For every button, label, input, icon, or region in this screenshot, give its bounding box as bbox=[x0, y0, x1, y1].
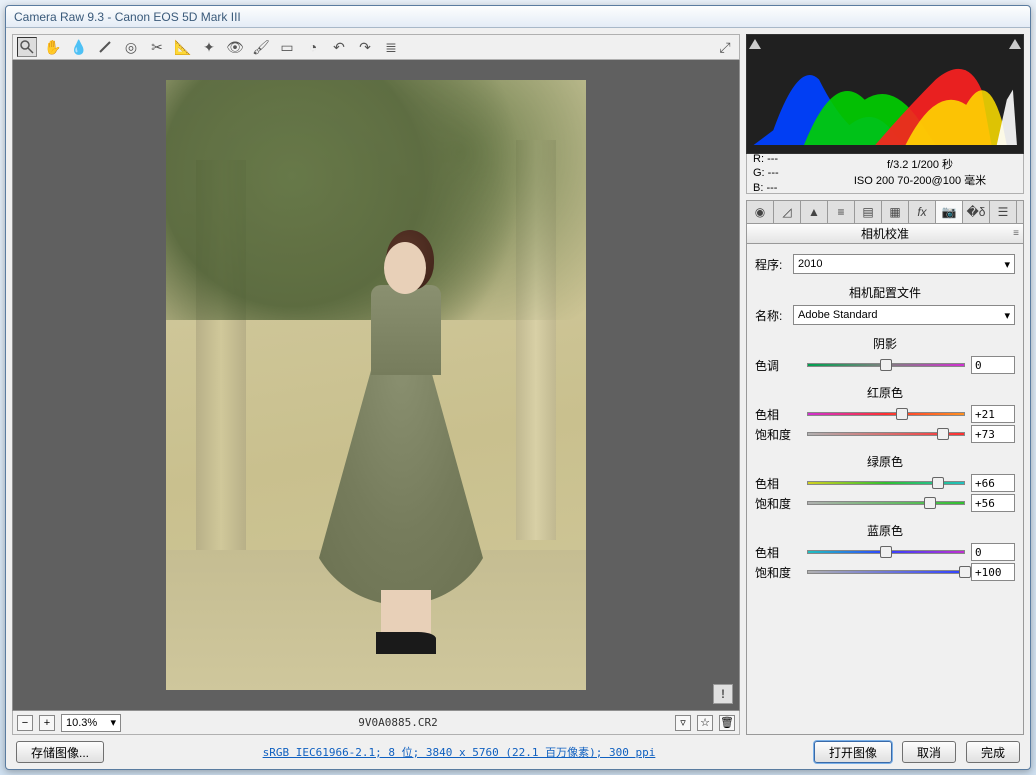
trash-icon[interactable]: 🗑 bbox=[719, 715, 735, 731]
red-hue-slider[interactable] bbox=[807, 407, 965, 421]
fullscreen-toggle-icon[interactable]: ⤢ bbox=[715, 37, 735, 57]
graduated-filter-tool-icon[interactable]: ▭ bbox=[277, 37, 297, 57]
preferences-icon[interactable]: ≣ bbox=[381, 37, 401, 57]
panel-title: 相机校准 bbox=[861, 225, 909, 242]
tab-fx-icon[interactable]: fx bbox=[909, 201, 936, 223]
zoom-tool-icon[interactable] bbox=[17, 37, 37, 57]
content-area: ✋ 💧 ◎ ✂ 📐 ✦ 👁 🖌 ▭ ◔ ↶ ↷ ≣ ⤢ bbox=[6, 28, 1030, 735]
tab-calibration-icon[interactable]: 📷 bbox=[936, 201, 963, 223]
left-column: ✋ 💧 ◎ ✂ 📐 ✦ 👁 🖌 ▭ ◔ ↶ ↷ ≣ ⤢ bbox=[12, 34, 740, 735]
red-sat-input[interactable] bbox=[971, 425, 1015, 443]
shadow-clip-icon[interactable] bbox=[749, 37, 761, 49]
cancel-button[interactable]: 取消 bbox=[902, 741, 956, 763]
redeye-tool-icon[interactable]: 👁 bbox=[225, 37, 245, 57]
blue-sat-input[interactable] bbox=[971, 563, 1015, 581]
titlebar: Camera Raw 9.3 - Canon EOS 5D Mark III bbox=[6, 6, 1030, 28]
warning-badge-icon[interactable]: ! bbox=[713, 684, 733, 704]
red-sat-slider[interactable] bbox=[807, 427, 965, 441]
green-sat-slider[interactable] bbox=[807, 496, 965, 510]
done-button[interactable]: 完成 bbox=[966, 741, 1020, 763]
tab-presets-icon[interactable]: �δ bbox=[963, 201, 990, 223]
profile-dropdown[interactable]: Adobe Standard▾ bbox=[793, 305, 1015, 325]
window-title: Camera Raw 9.3 - Canon EOS 5D Mark III bbox=[14, 10, 241, 24]
adjustment-brush-tool-icon[interactable]: 🖌 bbox=[251, 37, 271, 57]
workflow-options-link[interactable]: sRGB IEC61966-2.1; 8 位; 3840 x 5760 (22.… bbox=[114, 744, 804, 760]
highlight-clip-icon[interactable] bbox=[1009, 37, 1021, 49]
straighten-tool-icon[interactable]: 📐 bbox=[173, 37, 193, 57]
shadow-tint-slider[interactable] bbox=[807, 358, 965, 372]
save-image-button[interactable]: 存储图像... bbox=[16, 741, 104, 763]
green-hue-input[interactable] bbox=[971, 474, 1015, 492]
open-image-button[interactable]: 打开图像 bbox=[814, 741, 892, 763]
blue-hue-slider[interactable] bbox=[807, 545, 965, 559]
zoom-level-field[interactable]: 10.3%▾ bbox=[61, 714, 121, 732]
panel-tabs: ◉ ◿ ▲ ≡ ▤ ▦ fx 📷 �δ ☰ bbox=[746, 200, 1024, 224]
tab-basic-icon[interactable]: ◉ bbox=[747, 201, 774, 223]
crop-tool-icon[interactable]: ✂ bbox=[147, 37, 167, 57]
blue-title: 蓝原色 bbox=[755, 522, 1015, 539]
exposure-readout: f/3.2 1/200 秒ISO 200 70-200@100 毫米 bbox=[823, 158, 1017, 189]
preview-bottom-bar: − + 10.3%▾ 9V0A0885.CR2 ▿ ☆ 🗑 bbox=[12, 711, 740, 735]
preview-image bbox=[166, 80, 586, 690]
zoom-in-button[interactable]: + bbox=[39, 715, 55, 731]
blue-hue-label: 色相 bbox=[755, 544, 801, 561]
panel-menu-icon[interactable]: ≡ bbox=[1013, 228, 1019, 239]
tab-split-icon[interactable]: ▤ bbox=[855, 201, 882, 223]
tab-curve-icon[interactable]: ◿ bbox=[774, 201, 801, 223]
rating-icon[interactable]: ☆ bbox=[697, 715, 713, 731]
rotate-ccw-icon[interactable]: ↶ bbox=[329, 37, 349, 57]
tab-lens-icon[interactable]: ▦ bbox=[882, 201, 909, 223]
process-label: 程序: bbox=[755, 256, 789, 273]
profile-section-title: 相机配置文件 bbox=[755, 284, 1015, 301]
rotate-cw-icon[interactable]: ↷ bbox=[355, 37, 375, 57]
exif-info: R: ---G: ---B: --- f/3.2 1/200 秒ISO 200 … bbox=[746, 154, 1024, 194]
color-sampler-tool-icon[interactable] bbox=[95, 37, 115, 57]
blue-sat-label: 饱和度 bbox=[755, 564, 801, 581]
red-title: 红原色 bbox=[755, 384, 1015, 401]
blue-sat-slider[interactable] bbox=[807, 565, 965, 579]
filter-icon[interactable]: ▿ bbox=[675, 715, 691, 731]
tab-detail-icon[interactable]: ▲ bbox=[801, 201, 828, 223]
shadows-title: 阴影 bbox=[755, 335, 1015, 352]
spot-removal-tool-icon[interactable]: ✦ bbox=[199, 37, 219, 57]
shadow-tint-label: 色调 bbox=[755, 357, 801, 374]
process-dropdown[interactable]: 2010▾ bbox=[793, 254, 1015, 274]
image-preview[interactable]: ! bbox=[12, 60, 740, 711]
blue-hue-input[interactable] bbox=[971, 543, 1015, 561]
main-toolbar: ✋ 💧 ◎ ✂ 📐 ✦ 👁 🖌 ▭ ◔ ↶ ↷ ≣ ⤢ bbox=[12, 34, 740, 60]
green-title: 绿原色 bbox=[755, 453, 1015, 470]
tab-snapshots-icon[interactable]: ☰ bbox=[990, 201, 1017, 223]
radial-filter-tool-icon[interactable]: ◔ bbox=[303, 37, 323, 57]
red-hue-label: 色相 bbox=[755, 406, 801, 423]
red-hue-input[interactable] bbox=[971, 405, 1015, 423]
red-sat-label: 饱和度 bbox=[755, 426, 801, 443]
shadow-tint-input[interactable] bbox=[971, 356, 1015, 374]
white-balance-tool-icon[interactable]: 💧 bbox=[69, 37, 89, 57]
zoom-out-button[interactable]: − bbox=[17, 715, 33, 731]
filename-label: 9V0A0885.CR2 bbox=[127, 716, 669, 729]
app-window: Camera Raw 9.3 - Canon EOS 5D Mark III ✋… bbox=[5, 5, 1031, 770]
footer-bar: 存储图像... sRGB IEC61966-2.1; 8 位; 3840 x 5… bbox=[6, 735, 1030, 769]
green-hue-label: 色相 bbox=[755, 475, 801, 492]
panel-body: 程序: 2010▾ 相机配置文件 名称: Adobe Standard▾ 阴影 … bbox=[746, 244, 1024, 735]
right-column: R: ---G: ---B: --- f/3.2 1/200 秒ISO 200 … bbox=[746, 34, 1024, 735]
panel-header: 相机校准 ≡ bbox=[746, 224, 1024, 244]
targeted-adjustment-tool-icon[interactable]: ◎ bbox=[121, 37, 141, 57]
green-sat-input[interactable] bbox=[971, 494, 1015, 512]
green-hue-slider[interactable] bbox=[807, 476, 965, 490]
profile-label: 名称: bbox=[755, 307, 789, 324]
histogram[interactable] bbox=[746, 34, 1024, 154]
green-sat-label: 饱和度 bbox=[755, 495, 801, 512]
tab-hsl-icon[interactable]: ≡ bbox=[828, 201, 855, 223]
hand-tool-icon[interactable]: ✋ bbox=[43, 37, 63, 57]
rgb-readout: R: ---G: ---B: --- bbox=[753, 152, 823, 195]
